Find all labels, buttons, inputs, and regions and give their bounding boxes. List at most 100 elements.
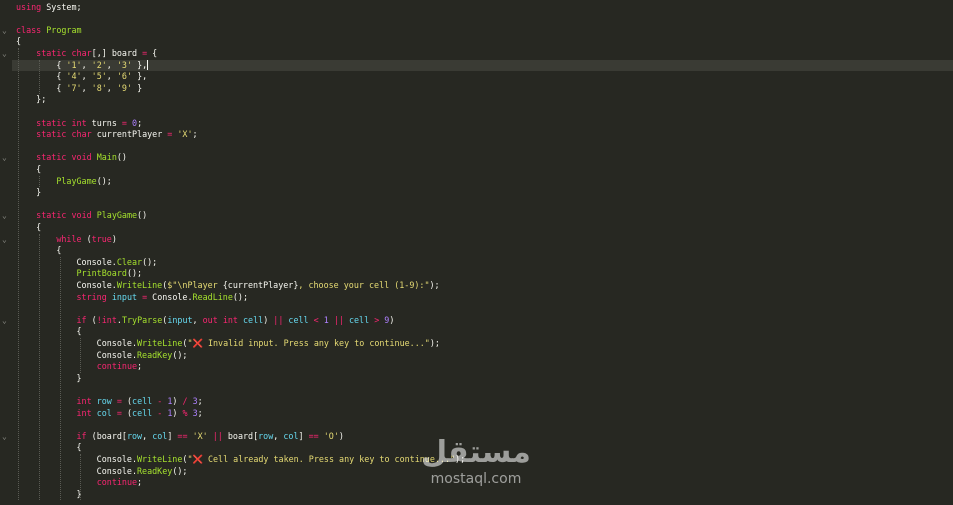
code-token: Console. bbox=[16, 279, 117, 290]
code-line[interactable]: Console.Clear(); bbox=[16, 257, 953, 269]
code-line[interactable]: { bbox=[16, 164, 953, 176]
code-token: { bbox=[16, 221, 42, 232]
code-token: col bbox=[152, 430, 168, 441]
code-line[interactable]: static int turns = 0; bbox=[16, 118, 953, 130]
code-line[interactable] bbox=[16, 199, 953, 211]
code-token: void bbox=[71, 210, 92, 221]
code-line[interactable]: static void PlayGame() bbox=[16, 210, 953, 222]
code-token: , bbox=[273, 430, 284, 441]
code-line[interactable]: } bbox=[16, 187, 953, 199]
code-line[interactable]: int col = (cell - 1) % 3; bbox=[16, 408, 953, 420]
indent-guide bbox=[39, 59, 40, 95]
code-line[interactable]: { '7', '8', '9' } bbox=[16, 83, 953, 95]
code-line[interactable]: static void Main() bbox=[16, 152, 953, 164]
code-token: ) bbox=[172, 395, 183, 406]
code-line[interactable]: using System; bbox=[16, 2, 953, 14]
code-editor[interactable]: ⌄ ⌄ ⌄ ⌄ ⌄ ⌄ ⌄ using System; class Program{ stat… bbox=[0, 0, 953, 505]
code-line[interactable]: static char[,] board = { bbox=[16, 48, 953, 60]
indent-guide bbox=[39, 175, 40, 188]
code-token: System; bbox=[41, 1, 82, 12]
code-token: int bbox=[71, 117, 87, 128]
code-line[interactable]: PrintBoard(); bbox=[16, 268, 953, 280]
code-token: { bbox=[16, 71, 67, 82]
chevron-down-icon[interactable]: ⌄ bbox=[2, 432, 10, 441]
code-line[interactable]: Console.WriteLine($"\nPlayer {currentPla… bbox=[16, 280, 953, 292]
code-token: , bbox=[142, 430, 153, 441]
code-line[interactable]: } bbox=[16, 373, 953, 385]
indent-guide bbox=[39, 233, 40, 501]
code-token: Main bbox=[96, 152, 117, 163]
code-token: Clear bbox=[116, 256, 143, 267]
code-token: '5' bbox=[91, 71, 107, 82]
code-line[interactable] bbox=[16, 13, 953, 25]
code-token: turns bbox=[86, 117, 122, 128]
code-token: 'O' bbox=[323, 430, 339, 441]
code-token: '9' bbox=[116, 82, 133, 93]
code-token: } bbox=[16, 372, 82, 383]
code-line[interactable]: static char currentPlayer = 'X'; bbox=[16, 129, 953, 141]
code-token: } bbox=[16, 488, 82, 499]
chevron-down-icon[interactable]: ⌄ bbox=[2, 49, 10, 58]
code-token: cell bbox=[288, 314, 309, 325]
code-token: int bbox=[76, 395, 92, 406]
code-token: while bbox=[56, 233, 82, 244]
code-line[interactable]: int row = (cell - 1) / 3; bbox=[16, 396, 953, 408]
code-line[interactable]: class Program bbox=[16, 25, 953, 37]
code-line[interactable]: { bbox=[16, 222, 953, 234]
code-token: Console. bbox=[147, 291, 193, 302]
code-token: '8' bbox=[91, 82, 107, 93]
code-token: row bbox=[126, 430, 143, 441]
code-token: ; bbox=[137, 477, 143, 488]
code-line[interactable] bbox=[16, 384, 953, 396]
code-line[interactable] bbox=[16, 419, 953, 431]
code-line[interactable]: Console.WriteLine("❌ Invalid input. Pres… bbox=[16, 338, 953, 350]
chevron-down-icon[interactable]: ⌄ bbox=[2, 316, 10, 325]
mostaql-watermark: مستقل mostaql.com bbox=[416, 436, 536, 496]
code-token: { bbox=[16, 163, 42, 174]
code-line[interactable] bbox=[16, 303, 953, 315]
code-line[interactable]: Console.ReadKey(); bbox=[16, 350, 953, 362]
code-token: cell bbox=[348, 314, 370, 325]
code-token: 'X' bbox=[192, 430, 208, 441]
code-line[interactable]: { bbox=[16, 36, 953, 48]
code-token: ) bbox=[172, 407, 183, 418]
chevron-down-icon[interactable]: ⌄ bbox=[2, 26, 10, 35]
chevron-down-icon[interactable]: ⌄ bbox=[2, 235, 10, 244]
code-token: ] bbox=[167, 430, 178, 441]
code-token: '4' bbox=[66, 71, 82, 82]
code-token: continue bbox=[96, 361, 138, 372]
code-line[interactable]: while (true) bbox=[16, 234, 953, 246]
chevron-down-icon[interactable]: ⌄ bbox=[2, 154, 10, 162]
code-line[interactable] bbox=[16, 106, 953, 118]
code-token: Console. bbox=[16, 256, 117, 267]
code-token: , bbox=[106, 82, 117, 93]
code-line[interactable]: continue; bbox=[16, 361, 953, 373]
code-token: { bbox=[16, 59, 67, 70]
code-token: input bbox=[111, 291, 138, 302]
code-line[interactable]: { bbox=[16, 245, 953, 257]
code-line[interactable]: { bbox=[16, 326, 953, 338]
code-token: ) bbox=[111, 233, 117, 244]
chevron-down-icon[interactable]: ⌄ bbox=[2, 212, 10, 220]
code-token: (); bbox=[96, 175, 112, 186]
code-line[interactable]: { '1', '2', '3' }, bbox=[12, 59, 953, 72]
code-token: (); bbox=[126, 268, 143, 279]
code-token: ReadKey bbox=[137, 349, 173, 360]
code-token: PlayGame bbox=[96, 210, 138, 221]
code-token: board[ bbox=[222, 430, 259, 441]
code-token: '6' bbox=[116, 71, 133, 82]
code-token: (); bbox=[232, 291, 249, 302]
code-token: } bbox=[16, 187, 42, 198]
code-line[interactable]: PlayGame(); bbox=[16, 176, 953, 188]
text-cursor bbox=[147, 60, 149, 70]
code-line[interactable]: { '4', '5', '6' }, bbox=[16, 71, 953, 83]
code-token: }, bbox=[132, 71, 148, 82]
code-token: (); bbox=[142, 256, 158, 267]
code-line[interactable]: string input = Console.ReadLine(); bbox=[16, 292, 953, 304]
code-line[interactable] bbox=[16, 141, 953, 153]
code-line[interactable]: if (!int.TryParse(input, out int cell) |… bbox=[16, 315, 953, 327]
code-line[interactable]: }; bbox=[16, 94, 953, 106]
